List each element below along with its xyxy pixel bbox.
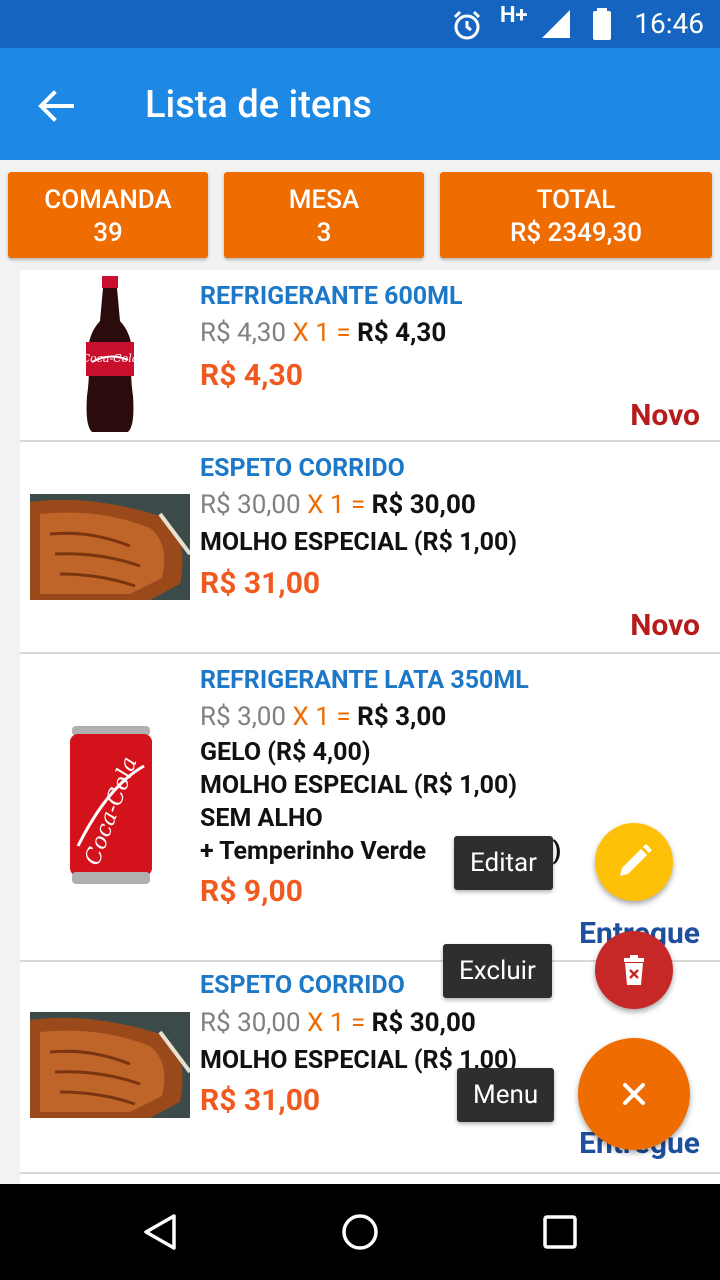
total-value: R$ 2349,30 <box>509 218 643 248</box>
subtotal: R$ 4,30 <box>357 318 447 348</box>
svg-text:Coca-Cola: Coca-Cola <box>82 352 139 365</box>
back-arrow-icon[interactable] <box>32 82 80 130</box>
comanda-label: COMANDA <box>44 185 172 215</box>
clock: 16:46 <box>634 7 704 40</box>
nav-recents-icon[interactable] <box>542 1214 578 1250</box>
mesa-card: MESA 3 <box>224 172 424 258</box>
equals-sign: = <box>336 318 351 348</box>
status-badge: Novo <box>630 398 700 433</box>
product-image-coca-cola-can: Coca-Cola <box>70 726 152 884</box>
item-price-line: R$ 3,00 X 1 = R$ 3,00 <box>200 702 446 732</box>
item-price-line: R$ 30,00 X 1 = R$ 30,00 <box>200 1008 476 1038</box>
product-image-grilled-meat <box>30 494 190 600</box>
quantity: X 1 <box>292 702 330 732</box>
quantity: X 1 <box>307 1008 345 1038</box>
item-total: R$ 31,00 <box>200 1083 321 1118</box>
network-type: H+ <box>500 3 528 28</box>
menu-tooltip[interactable]: Menu <box>457 1068 555 1122</box>
product-image-grilled-meat <box>30 1012 190 1118</box>
menu-fab-button[interactable] <box>578 1038 690 1150</box>
page-title: Lista de itens <box>145 83 372 127</box>
product-image-coca-cola-bottle: Coca-Cola <box>82 276 139 432</box>
equals-sign: = <box>350 1008 366 1038</box>
nav-home-icon[interactable] <box>340 1212 380 1252</box>
unit-price: R$ 30,00 <box>200 490 301 520</box>
list-item[interactable]: Coca-Cola REFRIGERANTE 600ML R$ 4,30 X 1… <box>20 270 720 442</box>
unit-price: R$ 4,30 <box>200 318 287 348</box>
item-extra: MOLHO ESPECIAL (R$ 1,00) <box>200 771 518 800</box>
app-bar: Lista de itens <box>0 48 720 160</box>
item-extra-text: + Temperinho Verde <box>200 837 427 866</box>
subtotal: R$ 30,00 <box>371 1008 476 1038</box>
mesa-label: MESA <box>288 185 360 215</box>
edit-tooltip[interactable]: Editar <box>454 836 553 890</box>
item-name: ESPETO CORRIDO <box>200 971 405 1000</box>
unit-price: R$ 30,00 <box>200 1008 301 1038</box>
status-bar: H+ 16:46 <box>0 0 720 48</box>
nav-back-icon[interactable] <box>140 1212 180 1252</box>
comanda-card: COMANDA 39 <box>8 172 208 258</box>
item-extra: GELO (R$ 4,00) <box>200 738 371 767</box>
quantity: X 1 <box>292 318 330 348</box>
total-label: TOTAL <box>536 185 616 215</box>
list-item[interactable]: Coca-Cola REFRIGERANTE LATA 350ML R$ 3,0… <box>20 654 720 962</box>
quantity: X 1 <box>307 490 345 520</box>
list-item[interactable]: ESPETO CORRIDO R$ 30,00 X 1 = R$ 30,00 M… <box>20 442 720 654</box>
delete-tooltip[interactable]: Excluir <box>443 944 552 998</box>
item-name: REFRIGERANTE 600ML <box>200 282 463 311</box>
battery-icon <box>593 8 611 40</box>
item-total: R$ 4,30 <box>200 358 303 393</box>
total-card: TOTAL R$ 2349,30 <box>440 172 712 258</box>
item-price-line: R$ 30,00 X 1 = R$ 30,00 <box>200 490 476 520</box>
navigation-bar <box>0 1184 720 1280</box>
item-price-line: R$ 4,30 X 1 = R$ 4,30 <box>200 318 446 348</box>
edit-fab-button[interactable] <box>595 823 673 901</box>
equals-sign: = <box>350 490 366 520</box>
equals-sign: = <box>336 702 351 732</box>
status-badge: Novo <box>630 608 700 643</box>
subtotal: R$ 30,00 <box>371 490 476 520</box>
pencil-icon <box>620 844 652 876</box>
item-extra: SEM ALHO <box>200 804 323 833</box>
item-name: ESPETO CORRIDO <box>200 454 405 483</box>
comanda-value: 39 <box>93 218 123 248</box>
mesa-value: 3 <box>316 218 332 248</box>
item-name: REFRIGERANTE LATA 350ML <box>200 666 529 695</box>
close-icon <box>623 1083 645 1105</box>
item-total: R$ 31,00 <box>200 566 321 601</box>
trash-icon <box>624 955 644 985</box>
alarm-icon <box>453 10 481 40</box>
subtotal: R$ 3,00 <box>357 702 447 732</box>
signal-icon <box>542 10 570 38</box>
delete-fab-button[interactable] <box>595 931 673 1009</box>
item-total: R$ 9,00 <box>200 874 303 909</box>
unit-price: R$ 3,00 <box>200 702 287 732</box>
item-extra: MOLHO ESPECIAL (R$ 1,00) <box>200 528 518 557</box>
